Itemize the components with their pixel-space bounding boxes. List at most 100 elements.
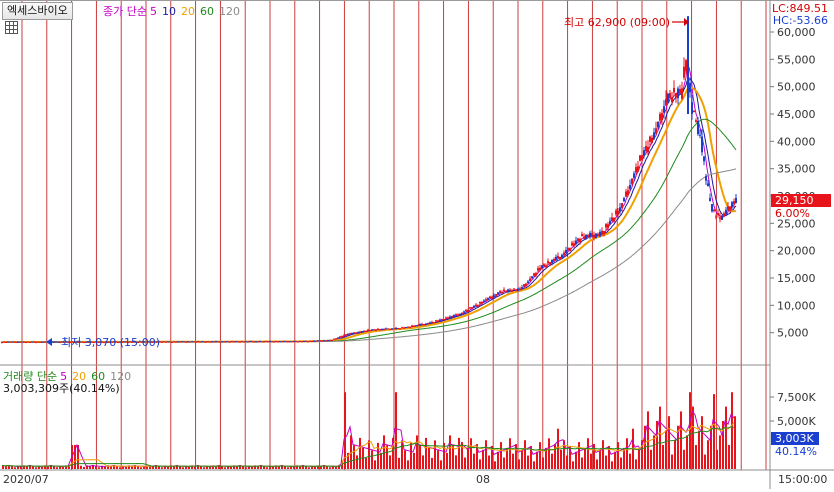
price-tick-label: 10,000	[777, 299, 816, 312]
volume-bar	[449, 435, 451, 469]
candle-body	[547, 261, 549, 264]
candle-body	[451, 315, 453, 317]
price-tick-label: 50,000	[777, 81, 816, 94]
candle-body	[623, 198, 625, 202]
candle-body	[269, 341, 271, 343]
candle-body	[429, 322, 431, 324]
volume-bar	[659, 406, 661, 469]
candle-body	[35, 342, 37, 344]
candle-body	[457, 314, 459, 316]
candle-body	[685, 60, 687, 72]
price-legend-ma5: 5	[149, 5, 157, 18]
volume-bar	[668, 416, 670, 469]
candle-body	[247, 341, 249, 343]
volume-bar	[467, 447, 469, 469]
volume-bar	[686, 435, 688, 469]
chart-canvas: 5,00010,00015,00020,00025,00030,00035,00…	[0, 0, 834, 489]
candle-body	[619, 207, 621, 212]
price-tick-label: 20,000	[777, 245, 816, 258]
price-tick-label: 45,000	[777, 108, 816, 121]
volume-bar	[707, 440, 709, 469]
candle-body	[693, 110, 695, 113]
candle-body	[189, 341, 191, 343]
candle-body	[567, 247, 569, 251]
candle-body	[421, 323, 423, 325]
candle-body	[265, 341, 267, 343]
candle-body	[361, 331, 363, 333]
candle-body	[337, 337, 339, 339]
candle-body	[531, 276, 533, 279]
volume-bar	[446, 452, 448, 469]
candle-body	[641, 155, 643, 161]
volume-bar	[536, 451, 538, 469]
candle-body	[569, 248, 571, 251]
candle-body	[427, 323, 429, 325]
candle-body	[437, 320, 439, 322]
candle-body	[383, 328, 385, 330]
candle-body	[621, 203, 623, 208]
candle-body	[351, 332, 353, 334]
candle-body	[387, 328, 389, 330]
volume-bar	[581, 457, 583, 469]
candle-body	[9, 341, 11, 343]
candle-body	[711, 204, 713, 212]
volume-bar	[716, 449, 718, 469]
candle-body	[223, 341, 225, 343]
candle-body	[439, 319, 441, 321]
candle-body	[263, 341, 265, 343]
candle-body	[161, 341, 163, 343]
candle-body	[443, 319, 445, 321]
volume-bar	[434, 440, 436, 469]
candle-body	[379, 329, 381, 331]
volume-bar	[662, 445, 664, 469]
volume-bar	[731, 392, 733, 469]
volume-bar	[680, 411, 682, 469]
candle-body	[519, 288, 521, 290]
volume-bar	[419, 445, 421, 469]
x-label-aug: 08	[476, 473, 490, 486]
candle-body	[279, 341, 281, 343]
grid-icon[interactable]	[5, 21, 18, 34]
volume-bar	[443, 442, 445, 469]
volume-bar	[701, 416, 703, 469]
candle-body	[261, 341, 263, 343]
volume-bar	[611, 461, 613, 469]
candle-body	[173, 341, 175, 343]
volume-bar	[380, 452, 382, 469]
volume-bar	[299, 466, 301, 469]
candle-body	[671, 97, 673, 103]
candle-body	[599, 231, 601, 237]
candle-body	[505, 290, 507, 292]
volume-bar	[374, 460, 376, 469]
candle-body	[657, 121, 659, 128]
candle-body	[609, 220, 611, 225]
candle-body	[345, 334, 347, 336]
candle-body	[207, 341, 209, 343]
candle-body	[539, 267, 541, 271]
volume-bar	[734, 416, 736, 469]
volume-bar	[626, 438, 628, 469]
candle-body	[243, 341, 245, 343]
candle-body	[267, 341, 269, 343]
hc-label: HC:-53.66	[772, 14, 828, 27]
candle-body	[441, 318, 443, 320]
candle-body	[221, 341, 223, 343]
candle-body	[499, 291, 501, 293]
volume-bar	[698, 430, 700, 469]
candle-body	[603, 230, 605, 235]
candle-body	[201, 341, 203, 343]
candle-body	[381, 328, 383, 331]
candle-body	[497, 292, 499, 295]
candle-body	[459, 313, 461, 315]
candle-body	[237, 341, 239, 343]
volume-bar	[413, 452, 415, 469]
candle-body	[297, 341, 299, 343]
stock-name-tab[interactable]: 엑세스바이오	[2, 2, 73, 20]
candle-body	[285, 341, 287, 343]
candle-body	[495, 293, 497, 296]
candle-body	[395, 327, 397, 330]
candle-body	[461, 312, 463, 314]
volume-bar	[605, 455, 607, 469]
volume-bar	[35, 467, 37, 469]
candle-body	[281, 341, 283, 343]
